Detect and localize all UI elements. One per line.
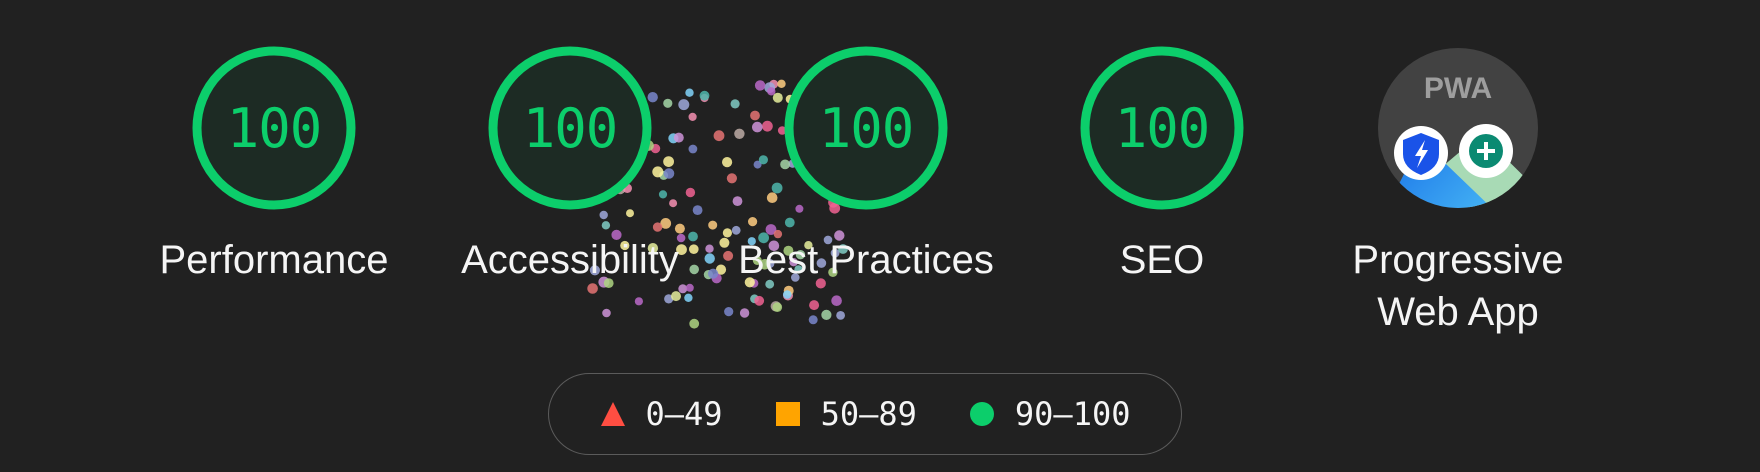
circle-icon — [969, 402, 994, 426]
category-seo[interactable]: 100 SEO — [1012, 44, 1312, 286]
confetti-dot — [808, 315, 818, 325]
pwa-badge-text: PWA — [1424, 72, 1492, 105]
confetti-dot — [750, 294, 759, 304]
performance-label: Performance — [159, 238, 389, 282]
confetti-dot — [739, 308, 750, 318]
square-icon — [775, 402, 800, 426]
pwa-label: Progressive Web App — [1352, 238, 1564, 334]
legend-average: 50–89 — [775, 395, 917, 433]
confetti-dot — [783, 290, 792, 299]
confetti-dot — [602, 308, 611, 318]
confetti-dot — [754, 295, 765, 306]
accessibility-score: 100 — [522, 96, 619, 160]
legend-pass: 90–100 — [969, 395, 1131, 433]
confetti-dot — [821, 309, 832, 320]
seo-label: SEO — [1119, 238, 1205, 282]
triangle-icon — [600, 402, 625, 426]
confetti-dot — [783, 290, 793, 301]
seo-score: 100 — [1114, 96, 1211, 160]
confetti-dot — [664, 294, 674, 304]
accessibility-label: Accessibility — [461, 238, 679, 282]
confetti-dot — [783, 285, 794, 296]
performance-gauge: 100 — [190, 44, 358, 212]
accessibility-gauge: 100 — [486, 44, 654, 212]
confetti-dot — [772, 302, 783, 313]
category-best-practices[interactable]: 100 Best Practices — [716, 44, 1016, 286]
confetti-dot — [831, 295, 842, 307]
legend-pass-range: 90–100 — [1014, 395, 1131, 433]
score-legend: 0–49 50–89 90–100 — [548, 373, 1182, 455]
category-performance[interactable]: 100 Performance — [124, 44, 424, 286]
pwa-badge: PWA — [1374, 44, 1542, 212]
confetti-dot — [724, 307, 734, 317]
pwa-badge-graphic: PWA — [1378, 48, 1538, 208]
confetti-dot — [634, 297, 644, 306]
category-accessibility[interactable]: 100 Accessibility — [420, 44, 720, 286]
confetti-dot — [770, 301, 781, 312]
category-pwa[interactable]: PWA Progressive Web App — [1308, 44, 1608, 338]
confetti-dot — [689, 318, 700, 329]
performance-score: 100 — [226, 96, 323, 160]
best-practices-label: Best Practices — [738, 238, 994, 282]
best-practices-gauge: 100 — [782, 44, 950, 212]
legend-fail: 0–49 — [600, 395, 723, 433]
seo-gauge: 100 — [1078, 44, 1246, 212]
confetti-dot — [671, 291, 681, 302]
legend-fail-range: 0–49 — [645, 395, 723, 433]
confetti-dot — [684, 293, 693, 302]
best-practices-score: 100 — [818, 96, 915, 160]
legend-average-range: 50–89 — [820, 395, 917, 433]
confetti-dot — [809, 300, 820, 311]
confetti-dot — [836, 311, 845, 320]
